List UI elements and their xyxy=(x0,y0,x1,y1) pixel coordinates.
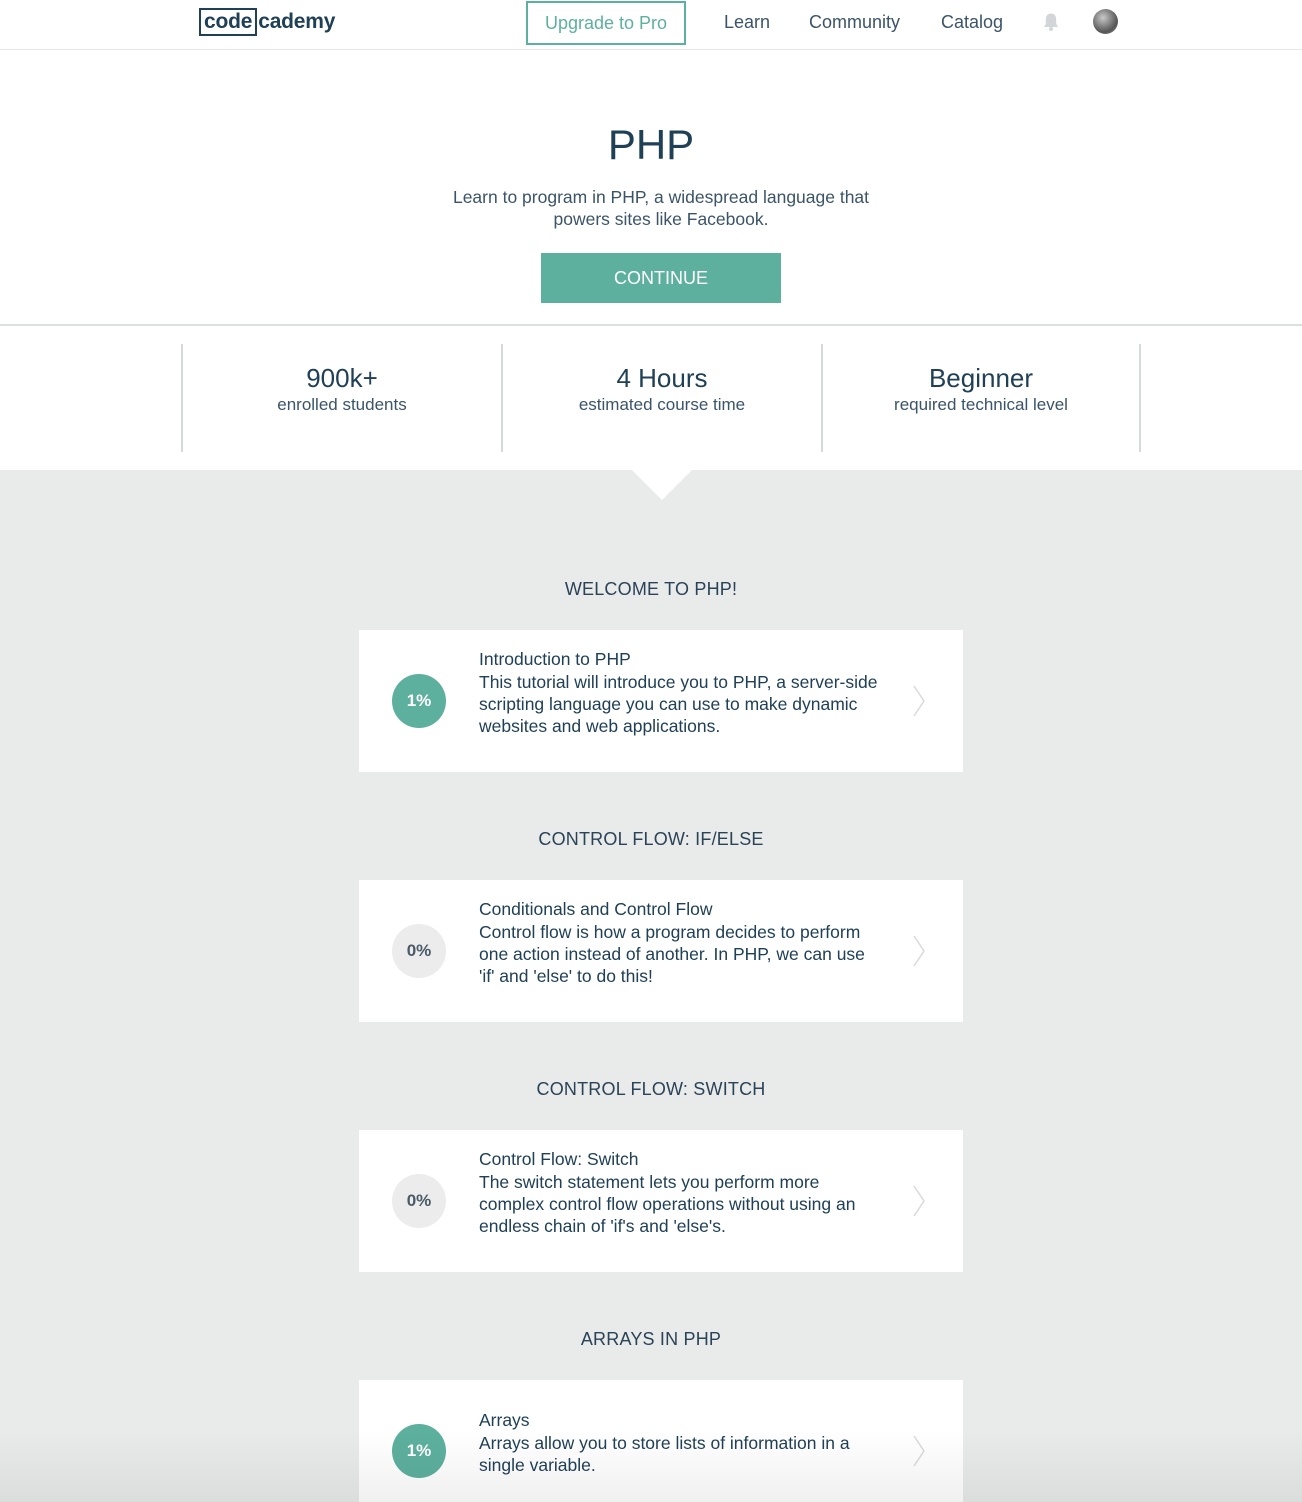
progress-badge: 1% xyxy=(392,674,446,728)
lesson-description: Control flow is how a program decides to… xyxy=(479,922,865,986)
section-title: WELCOME TO PHP! xyxy=(564,579,738,599)
chevron-right-icon xyxy=(913,935,925,967)
lesson-card[interactable]: 1% Arrays Arrays allow you to store list… xyxy=(359,1380,963,1502)
stat-value: 4 Hours xyxy=(616,363,708,393)
lesson-card[interactable]: 1% Introduction to PHP This tutorial wil… xyxy=(359,630,963,772)
lesson-description: This tutorial will introduce you to PHP,… xyxy=(479,672,878,736)
nav-link-community[interactable]: Community xyxy=(809,10,900,34)
upgrade-to-pro-button[interactable]: Upgrade to Pro xyxy=(526,1,686,45)
stat-enrolled: 900k+ enrolled students xyxy=(183,362,501,416)
stat-label: required technical level xyxy=(894,395,1068,414)
stat-label: enrolled students xyxy=(277,395,407,414)
course-description: Learn to program in PHP, a widespread la… xyxy=(452,187,870,229)
section-notch xyxy=(631,469,693,500)
codecademy-logo[interactable]: code cademy xyxy=(199,8,335,36)
lesson-title: Arrays xyxy=(479,1410,530,1430)
lesson-description: Arrays allow you to store lists of infor… xyxy=(479,1433,850,1475)
progress-badge: 0% xyxy=(392,924,446,978)
hero-divider xyxy=(0,324,1302,326)
lesson-text: Control Flow: Switch The switch statemen… xyxy=(479,1147,879,1237)
logo-rest-text: cademy xyxy=(258,10,336,33)
chevron-right-icon xyxy=(913,1435,925,1467)
top-navbar: code cademy Upgrade to Pro Learn Communit… xyxy=(0,0,1302,50)
nav-link-learn[interactable]: Learn xyxy=(724,10,770,34)
progress-badge: 1% xyxy=(392,1424,446,1478)
lesson-card[interactable]: 0% Conditionals and Control Flow Control… xyxy=(359,880,963,1022)
bell-icon[interactable] xyxy=(1042,12,1060,32)
continue-button[interactable]: CONTINUE xyxy=(541,253,781,303)
stat-course-time: 4 Hours estimated course time xyxy=(503,362,821,416)
course-title: PHP xyxy=(607,121,695,168)
chevron-right-icon xyxy=(913,685,925,717)
user-avatar[interactable] xyxy=(1093,9,1118,34)
section-title: CONTROL FLOW: IF/ELSE xyxy=(538,829,764,849)
stat-label: estimated course time xyxy=(578,395,746,414)
lesson-card[interactable]: 0% Control Flow: Switch The switch state… xyxy=(359,1130,963,1272)
section-title: CONTROL FLOW: SWITCH xyxy=(536,1079,766,1099)
stat-value: Beginner xyxy=(928,363,1034,393)
lesson-title: Control Flow: Switch xyxy=(479,1149,639,1169)
stat-value: 900k+ xyxy=(306,363,378,393)
section-title: ARRAYS IN PHP xyxy=(580,1329,722,1349)
lesson-text: Conditionals and Control Flow Control fl… xyxy=(479,897,879,987)
lesson-title: Conditionals and Control Flow xyxy=(479,899,713,919)
stat-level: Beginner required technical level xyxy=(822,362,1140,416)
chevron-right-icon xyxy=(913,1185,925,1217)
lesson-text: Arrays Arrays allow you to store lists o… xyxy=(479,1408,879,1476)
nav-link-catalog[interactable]: Catalog xyxy=(941,10,1003,34)
lesson-text: Introduction to PHP This tutorial will i… xyxy=(479,647,879,737)
logo-box-text: code xyxy=(199,8,258,36)
progress-badge: 0% xyxy=(392,1174,446,1228)
lesson-description: The switch statement lets you perform mo… xyxy=(479,1172,856,1236)
lesson-title: Introduction to PHP xyxy=(479,649,631,669)
